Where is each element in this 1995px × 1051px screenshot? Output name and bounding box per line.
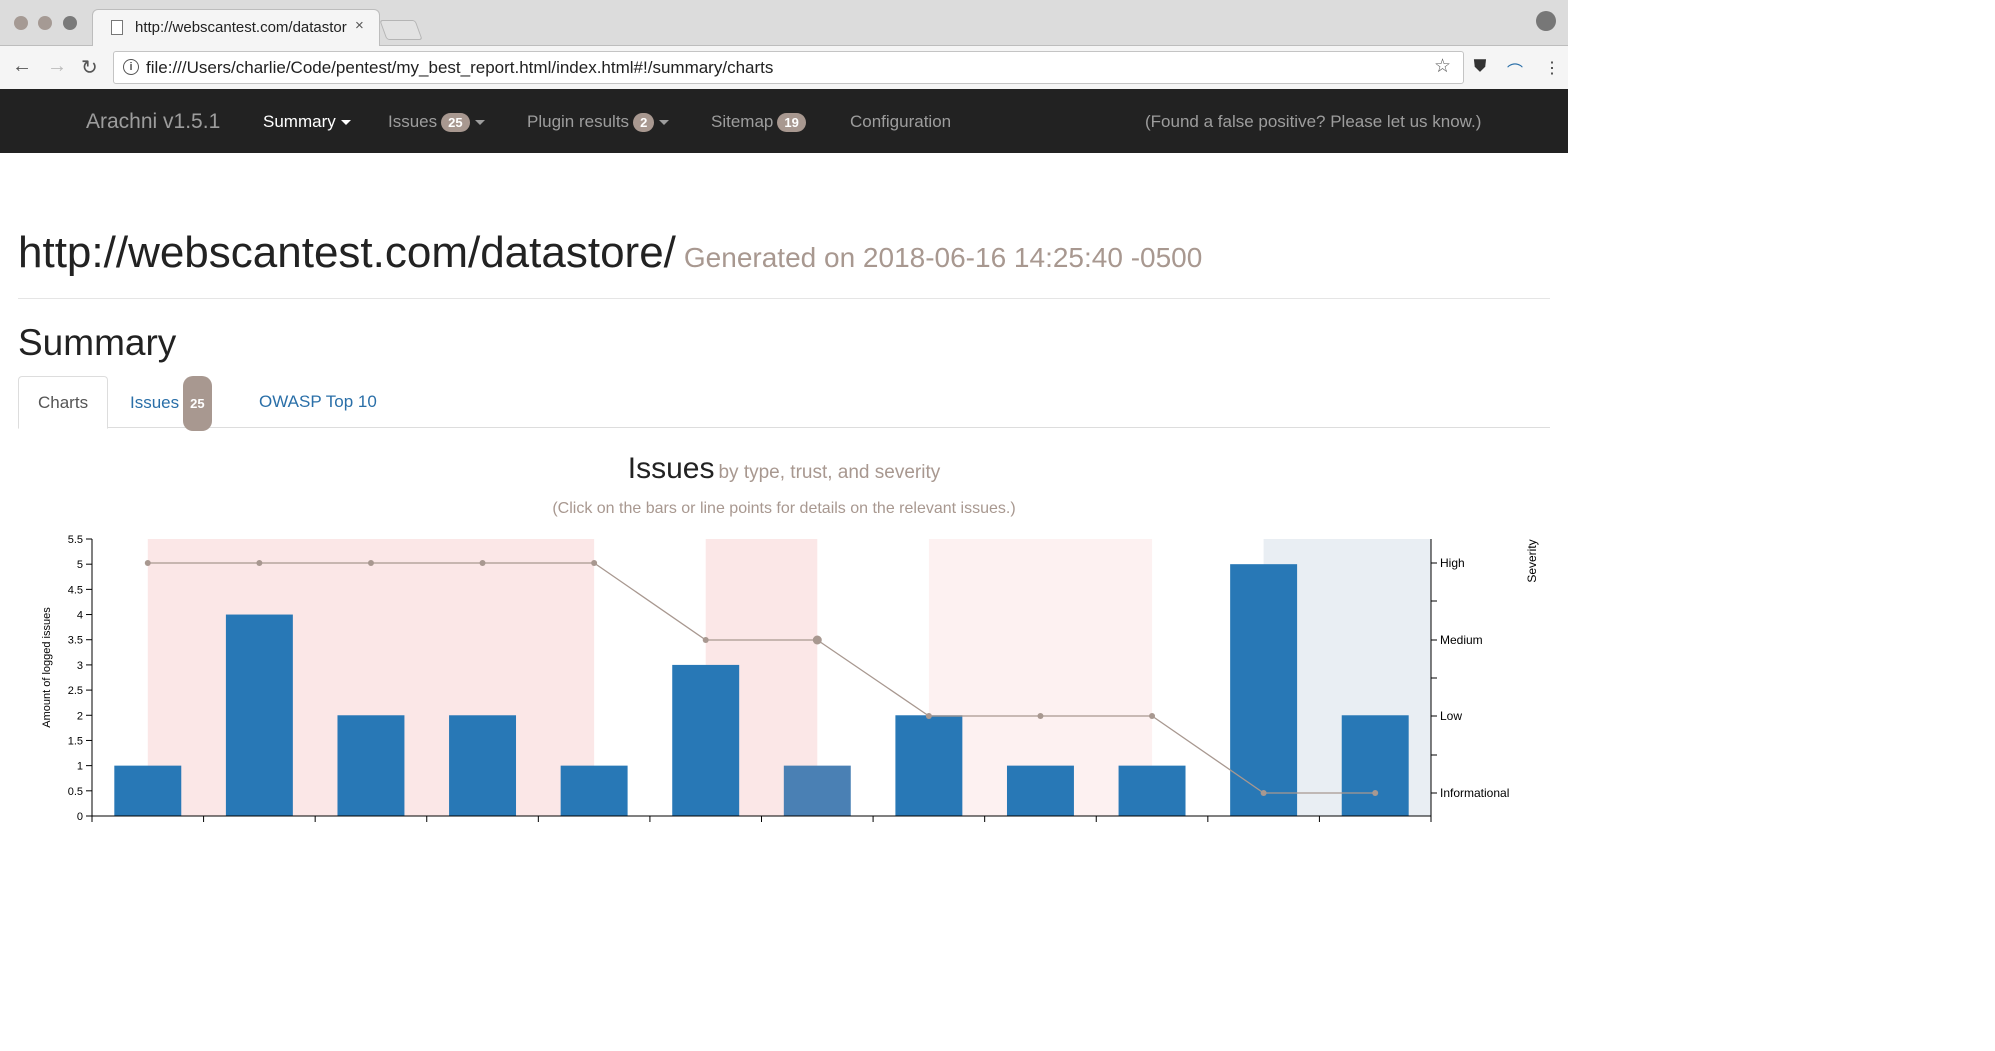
issue-bar[interactable] (1118, 765, 1186, 816)
tab-issues-label: Issues (130, 392, 180, 412)
nav-sitemap-label: Sitemap (711, 112, 774, 131)
severity-point[interactable] (925, 713, 932, 719)
zoom-window-button[interactable] (63, 16, 77, 30)
tab-title: http://webscantest.com/datastore/ (135, 19, 347, 36)
y-tick-label: 1.5 (68, 735, 83, 747)
nav-configuration[interactable]: Configuration (850, 112, 951, 132)
issue-bar[interactable] (337, 715, 405, 816)
y2-tick-label: High (1440, 556, 1465, 570)
severity-point[interactable] (479, 560, 486, 566)
menu-icon[interactable]: ⋮ (1544, 58, 1560, 78)
chart-subtitle: by type, trust, and severity (718, 462, 941, 483)
severity-point[interactable] (591, 560, 598, 566)
caret-down-icon (340, 120, 351, 126)
y2-tick-label: Medium (1440, 633, 1483, 647)
severity-point[interactable] (367, 560, 374, 566)
plugins-count-badge: 2 (633, 113, 655, 133)
generated-date: Generated on 2018-06-16 14:25:40 -0500 (683, 242, 1203, 273)
nav-summary[interactable]: Summary (263, 112, 351, 132)
chart-title: Issues by type, trust, and severity (0, 452, 1568, 486)
issue-bar[interactable] (449, 715, 517, 816)
minimize-window-button[interactable] (38, 16, 52, 30)
y-tick-label: 3 (77, 660, 83, 672)
y-tick-label: 5 (77, 559, 83, 571)
profile-icon[interactable] (1536, 11, 1556, 31)
y-tick-label: 4.5 (68, 584, 83, 596)
forward-icon[interactable]: → (47, 55, 67, 78)
y-tick-label: 0.5 (68, 786, 83, 798)
target-url: http://webscantest.com/datastore/ (18, 228, 676, 277)
caret-down-icon (659, 120, 670, 126)
issue-bar[interactable] (560, 765, 628, 816)
y-tick-label: 0 (77, 811, 83, 823)
issue-bar[interactable] (1341, 715, 1409, 816)
y-tick-label: 1 (77, 761, 83, 773)
severity-point[interactable] (812, 635, 822, 645)
tab-charts[interactable]: Charts (18, 376, 109, 429)
caret-down-icon (474, 120, 485, 126)
severity-point[interactable] (144, 560, 151, 566)
browser-toolbar: ← → ↻ i file:///Users/charlie/Code/pente… (0, 46, 1568, 90)
issue-bar[interactable] (783, 765, 851, 816)
ublock-extension-icon[interactable]: ⛊ (1474, 58, 1486, 76)
tab-owasp-top-10[interactable]: OWASP Top 10 (240, 376, 396, 427)
extension-icon[interactable]: ⌒ (1507, 58, 1523, 82)
nav-issues-label: Issues (388, 112, 438, 131)
issue-bar[interactable] (114, 765, 182, 816)
issue-bar[interactable] (895, 715, 963, 816)
bookmark-star-icon[interactable]: ☆ (1434, 55, 1451, 78)
info-icon[interactable]: i (123, 59, 139, 75)
y-tick-label: 2 (77, 710, 83, 722)
close-window-button[interactable] (14, 16, 28, 30)
y2-tick-label: Informational (1440, 786, 1509, 800)
app-navbar: Arachni v1.5.1 Summary Issues 25 Plugin r… (0, 89, 1568, 153)
address-bar[interactable]: i file:///Users/charlie/Code/pentest/my_… (113, 51, 1464, 84)
page-icon (111, 20, 123, 35)
y-tick-label: 5.5 (68, 534, 83, 546)
sitemap-count-badge: 19 (777, 113, 806, 133)
divider (18, 298, 1550, 299)
y-tick-label: 2.5 (68, 685, 83, 697)
nav-plugin-results[interactable]: Plugin results 2 (527, 112, 670, 133)
nav-plugins-label: Plugin results (527, 112, 630, 131)
issue-bar[interactable] (1006, 765, 1074, 816)
issue-bar[interactable] (672, 664, 740, 816)
tab-issues-badge: 25 (183, 376, 212, 431)
url-text: file:///Users/charlie/Code/pentest/my_be… (146, 58, 774, 77)
y-axis-label: Amount of logged issues (41, 607, 53, 728)
severity-point[interactable] (1260, 790, 1267, 796)
issue-bar[interactable] (225, 614, 293, 816)
tabs-divider (18, 427, 1550, 428)
severity-point[interactable] (1372, 790, 1379, 796)
chart-note: (Click on the bars or line points for de… (552, 500, 1016, 517)
false-positive-link[interactable]: (Found a false positive? Please let us k… (1145, 112, 1481, 132)
severity-point[interactable] (256, 560, 263, 566)
browser-tab[interactable]: http://webscantest.com/datastore/ × (92, 9, 380, 47)
new-tab-button[interactable] (379, 20, 423, 40)
nav-issues[interactable]: Issues 25 (388, 112, 485, 133)
issues-count-badge: 25 (441, 113, 470, 133)
severity-point[interactable] (1037, 713, 1044, 719)
chart-title-text: Issues (627, 452, 715, 485)
brand[interactable]: Arachni v1.5.1 (86, 110, 220, 134)
tab-close-icon[interactable]: × (355, 17, 364, 34)
tab-issues[interactable]: Issues 25 (111, 376, 231, 431)
section-title: Summary (18, 322, 177, 363)
browser-tabstrip: http://webscantest.com/datastore/ × (0, 0, 1568, 47)
y-tick-label: 4 (77, 610, 83, 622)
back-icon[interactable]: ← (12, 55, 32, 78)
y-tick-label: 3.5 (68, 635, 83, 647)
nav-sitemap[interactable]: Sitemap 19 (711, 112, 806, 133)
reload-icon[interactable]: ↻ (81, 55, 98, 80)
nav-summary-label: Summary (263, 112, 336, 131)
issues-chart: 0 0.5 1 1.5 2 2.5 3 3.5 4 4.5 5 5.5 Amount of logged… (41, 534, 1539, 823)
severity-point[interactable] (1149, 713, 1156, 719)
severity-point[interactable] (702, 637, 709, 643)
y2-tick-label: Low (1440, 709, 1462, 723)
y2-axis-label: Severity (1525, 539, 1539, 582)
issue-bar[interactable] (1230, 564, 1298, 816)
page-title: http://webscantest.com/datastore/Generat… (18, 228, 1202, 278)
